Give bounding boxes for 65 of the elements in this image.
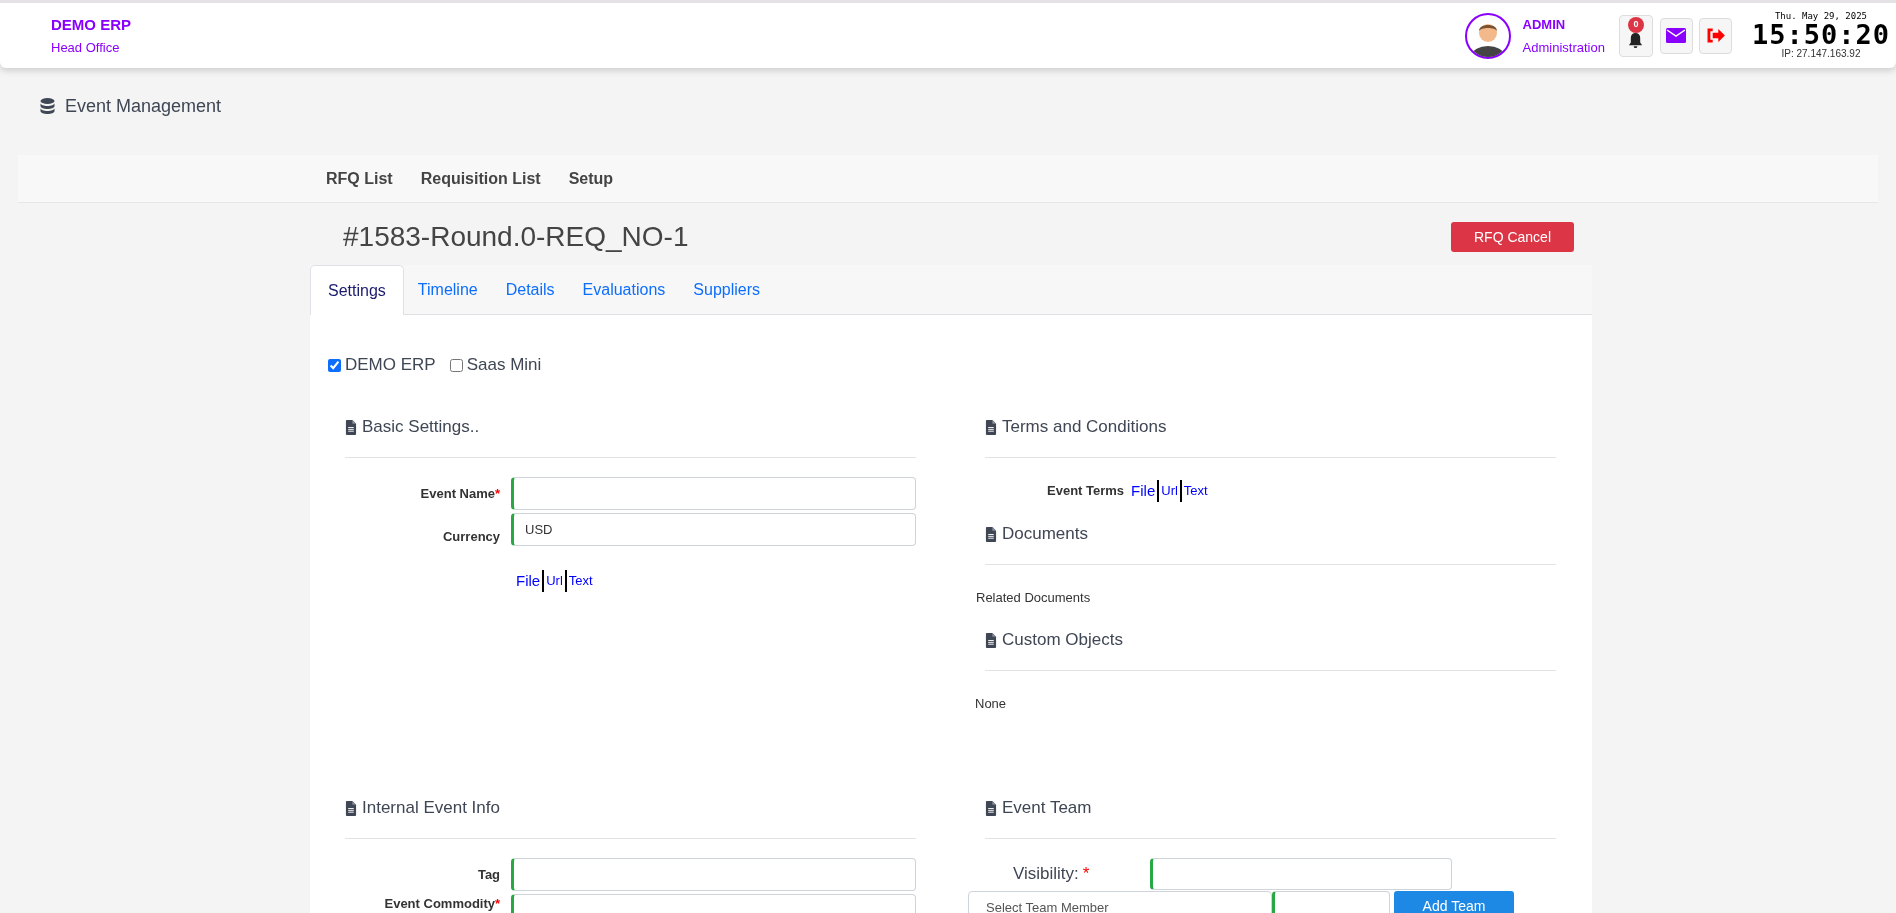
input-field[interactable] xyxy=(511,858,916,891)
team-member-field[interactable]: Select Team Member xyxy=(968,891,1272,913)
company-checkbox[interactable] xyxy=(449,358,463,372)
custom-objects-text: None xyxy=(975,696,1008,712)
company-name: DEMO ERP xyxy=(51,17,131,32)
notification-button[interactable]: 0 xyxy=(1618,14,1653,57)
cancel-button[interactable]: RFQ Cancel xyxy=(1450,222,1574,252)
tab[interactable]: Suppliers xyxy=(679,266,774,314)
required-mark: * xyxy=(1082,864,1090,884)
document-icon xyxy=(985,800,997,816)
document-icon xyxy=(345,419,357,435)
field-label: Event Name xyxy=(420,485,495,501)
nav-link[interactable]: Setup xyxy=(568,166,614,191)
section-heading: Documents xyxy=(1002,523,1088,546)
add-team-button[interactable]: Add Team xyxy=(1394,891,1514,913)
avatar-icon xyxy=(1464,12,1511,59)
field-label: Tag xyxy=(477,866,501,882)
bell-icon xyxy=(1628,32,1644,49)
user-role: Administration xyxy=(1522,40,1605,54)
user-name: ADMIN xyxy=(1522,17,1567,31)
branch-name: Head Office xyxy=(51,41,121,54)
attachment-link[interactable]: Url xyxy=(1157,480,1180,502)
database-icon xyxy=(40,98,55,114)
tab[interactable]: Settings xyxy=(310,265,404,315)
company-label: Saas Mini xyxy=(466,354,542,377)
page-title: Event Management xyxy=(65,94,222,118)
tab[interactable]: Details xyxy=(491,266,569,314)
field-label: Event Commodity xyxy=(384,896,495,911)
logout-icon xyxy=(1705,28,1725,43)
attachment-link[interactable]: Url xyxy=(542,570,565,592)
document-icon xyxy=(985,419,997,435)
ip-address: IP: 27.147.163.92 xyxy=(1781,49,1861,59)
field-label: Currency xyxy=(443,528,501,544)
attachment-link[interactable]: Text xyxy=(1179,480,1210,502)
logout-button[interactable] xyxy=(1698,17,1732,54)
document-icon xyxy=(985,632,997,648)
section-heading: Terms and Conditions xyxy=(1002,416,1167,439)
required-mark: * xyxy=(495,896,501,911)
document-icon xyxy=(345,800,357,816)
field-label: Visibility: xyxy=(1013,864,1079,884)
section-heading: Event Team xyxy=(1002,797,1092,820)
mail-button[interactable] xyxy=(1659,17,1693,54)
section-heading: Internal Event Info xyxy=(362,797,500,820)
tab[interactable]: Timeline xyxy=(403,266,492,314)
company-checkbox[interactable] xyxy=(328,358,341,372)
section-heading: Custom Objects xyxy=(1002,629,1123,652)
mail-icon xyxy=(1666,28,1687,43)
required-mark: * xyxy=(495,485,501,501)
section-heading: Basic Settings.. xyxy=(362,416,480,439)
document-icon xyxy=(985,526,997,542)
attachment-link[interactable]: File xyxy=(516,570,543,592)
field-label: Event Terms xyxy=(1047,482,1125,501)
tab[interactable]: Evaluations xyxy=(568,266,680,314)
company-label: DEMO ERP xyxy=(345,354,436,377)
attachment-link[interactable]: Text xyxy=(564,570,595,592)
documents-text: Related Documents xyxy=(976,590,1092,606)
clock-date: Thu. May 29, 2025 xyxy=(1774,12,1868,21)
event-title: #1583-Round.0-REQ_NO-1 xyxy=(343,220,689,254)
nav-link[interactable]: Requisition List xyxy=(420,166,541,191)
clock-time: 15:50:20 xyxy=(1751,21,1890,49)
input-field[interactable]: USD xyxy=(511,513,916,546)
attachment-link[interactable]: File xyxy=(1131,480,1158,502)
input-field[interactable] xyxy=(511,477,916,510)
notification-count: 0 xyxy=(1627,16,1644,33)
nav-link[interactable]: RFQ List xyxy=(326,166,393,191)
